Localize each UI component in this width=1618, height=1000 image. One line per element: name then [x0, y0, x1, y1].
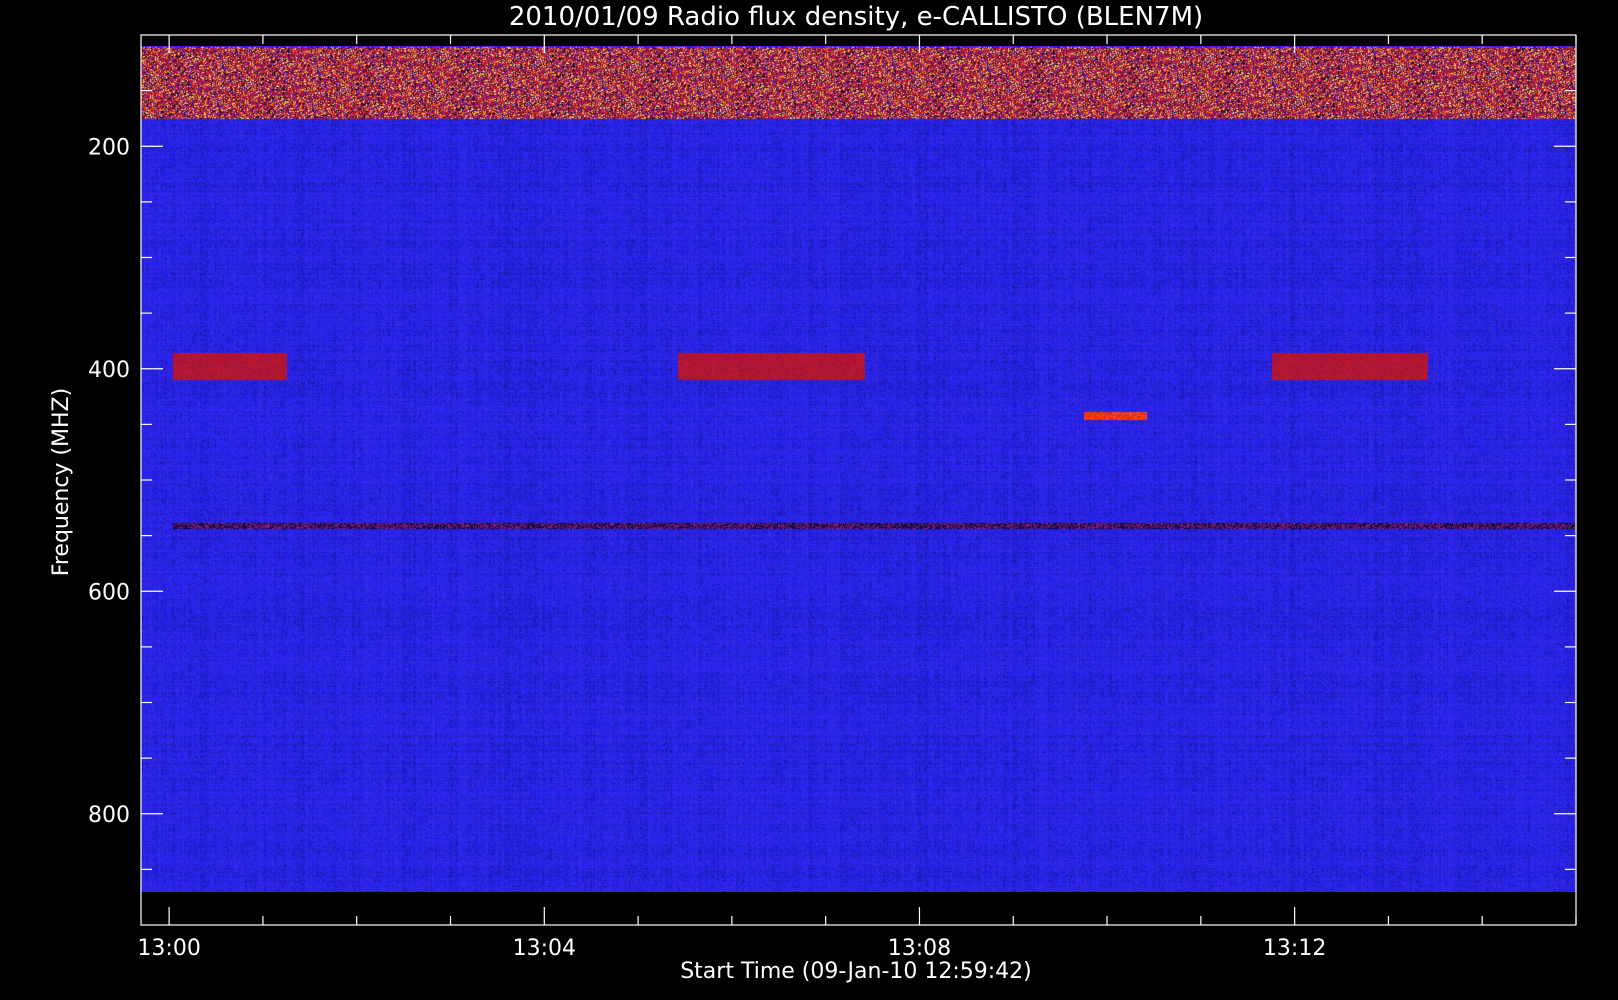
x-tick-label: 13:00 — [137, 936, 200, 961]
spectrogram-chart: 2010/01/09 Radio flux density, e-CALLIST… — [0, 0, 1618, 1000]
spectrogram-image — [141, 46, 1576, 892]
y-tick-label: 800 — [88, 803, 130, 828]
y-tick-label: 200 — [88, 135, 130, 160]
x-axis-label: Start Time (09-Jan-10 12:59:42) — [680, 959, 1032, 984]
x-tick-label: 13:08 — [888, 936, 951, 961]
x-tick-label: 13:04 — [513, 936, 576, 961]
x-tick-label: 13:12 — [1263, 936, 1326, 961]
chart-title: 2010/01/09 Radio flux density, e-CALLIST… — [509, 2, 1203, 32]
y-tick-label: 600 — [88, 580, 130, 605]
y-axis-label: Frequency (MHZ) — [49, 388, 74, 576]
y-tick-label: 400 — [88, 358, 130, 383]
